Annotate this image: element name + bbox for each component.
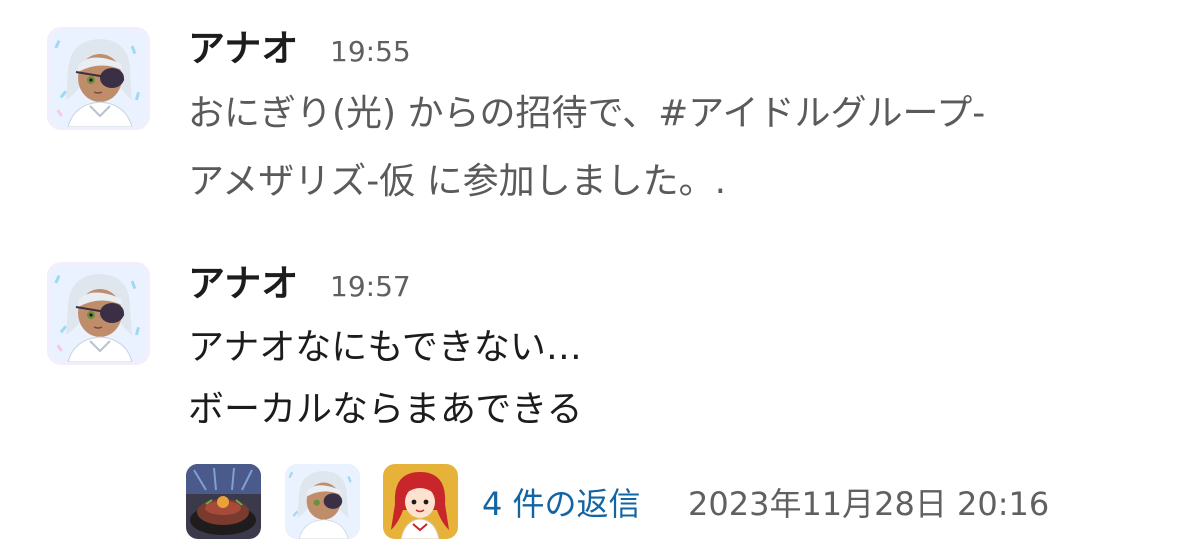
white-haired-eyepatch-avatar-icon <box>50 30 147 127</box>
system-message-line-1: おにぎり(光) からの招待で、#アイドルグループ- <box>188 93 986 134</box>
red-haired-girl-avatar-icon <box>383 464 458 539</box>
timestamp[interactable]: 19:55 <box>330 38 411 66</box>
message-text-line-2: ボーカルならまあできる <box>188 389 583 430</box>
white-haired-eyepatch-avatar-icon <box>285 464 360 539</box>
system-message-line-2: アメザリズ-仮 に参加しました。. <box>188 161 727 202</box>
message-text-line-1: アナオなにもできない… <box>188 327 582 368</box>
food-bowl-avatar-icon <box>186 464 261 539</box>
author-name[interactable]: アナオ <box>188 265 298 302</box>
reply-participant-avatar <box>383 464 458 539</box>
white-haired-eyepatch-avatar-icon <box>50 265 147 362</box>
author-avatar[interactable] <box>47 27 150 130</box>
author-name[interactable]: アナオ <box>188 30 298 67</box>
author-avatar[interactable] <box>47 262 150 365</box>
reply-participant-avatar <box>186 464 261 539</box>
reply-count-link[interactable]: 4 件の返信 <box>482 488 641 520</box>
timestamp[interactable]: 19:57 <box>330 273 411 301</box>
last-reply-timestamp: 2023年11月28日 20:16 <box>688 485 1050 523</box>
thread-replies-bar[interactable]: 4 件の返信 2023年11月28日 20:16 <box>186 464 1146 540</box>
reply-participant-avatar <box>285 464 360 539</box>
